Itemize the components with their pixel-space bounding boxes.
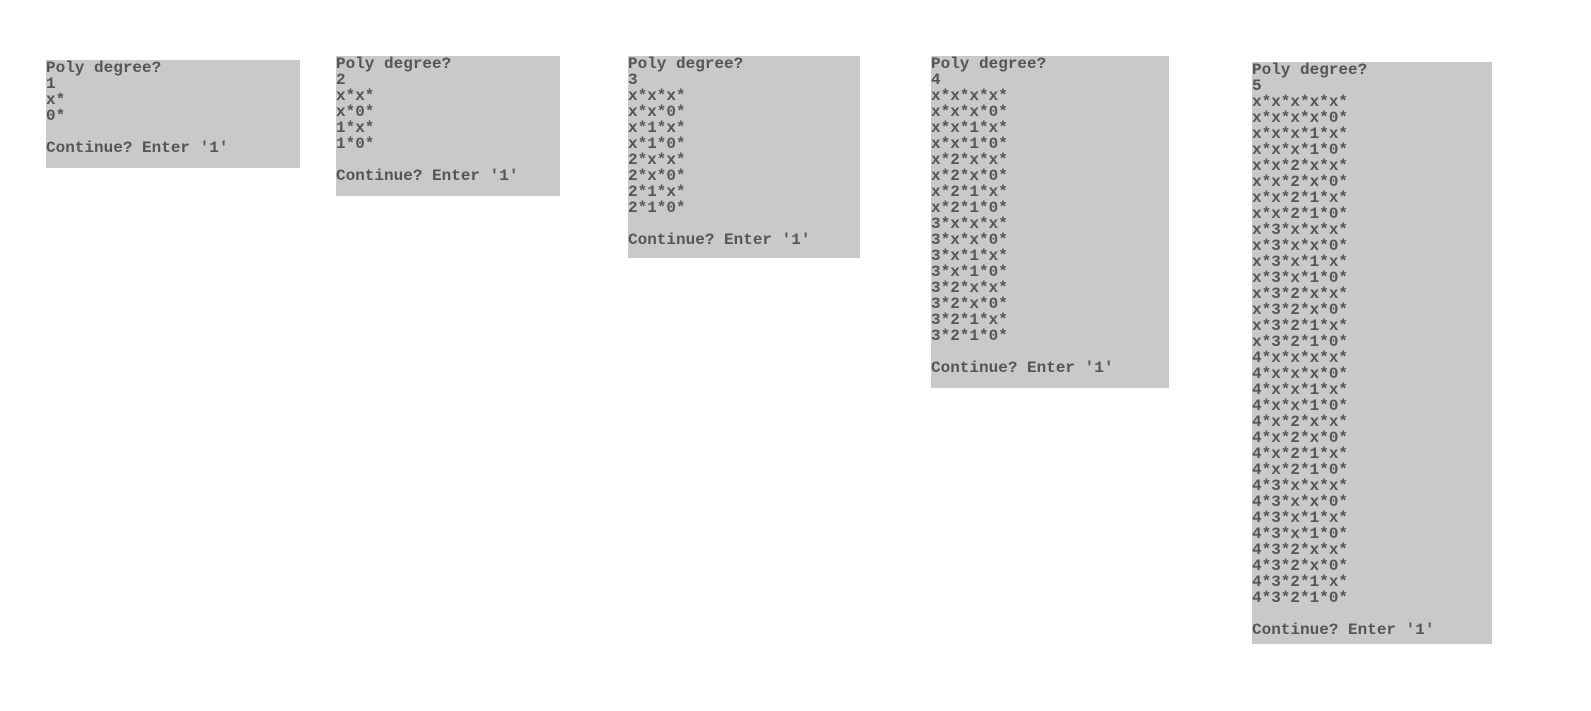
terminal-window-3: Poly degree? 3 x*x*x* x*x*0* x*1*x* x*1*… <box>628 56 860 258</box>
terminal-output: Poly degree? 5 x*x*x*x*x* x*x*x*x*0* x*x… <box>1252 62 1492 638</box>
terminal-output: Poly degree? 3 x*x*x* x*x*0* x*1*x* x*1*… <box>628 56 860 248</box>
terminal-output: Poly degree? 1 x* 0* Continue? Enter '1' <box>46 60 300 156</box>
terminal-window-4: Poly degree? 4 x*x*x*x* x*x*x*0* x*x*1*x… <box>931 56 1169 388</box>
terminal-window-1: Poly degree? 1 x* 0* Continue? Enter '1' <box>46 60 300 168</box>
terminal-window-5: Poly degree? 5 x*x*x*x*x* x*x*x*x*0* x*x… <box>1252 62 1492 644</box>
terminal-output: Poly degree? 2 x*x* x*0* 1*x* 1*0* Conti… <box>336 56 560 184</box>
terminal-output: Poly degree? 4 x*x*x*x* x*x*x*0* x*x*1*x… <box>931 56 1169 376</box>
terminal-window-2: Poly degree? 2 x*x* x*0* 1*x* 1*0* Conti… <box>336 56 560 196</box>
